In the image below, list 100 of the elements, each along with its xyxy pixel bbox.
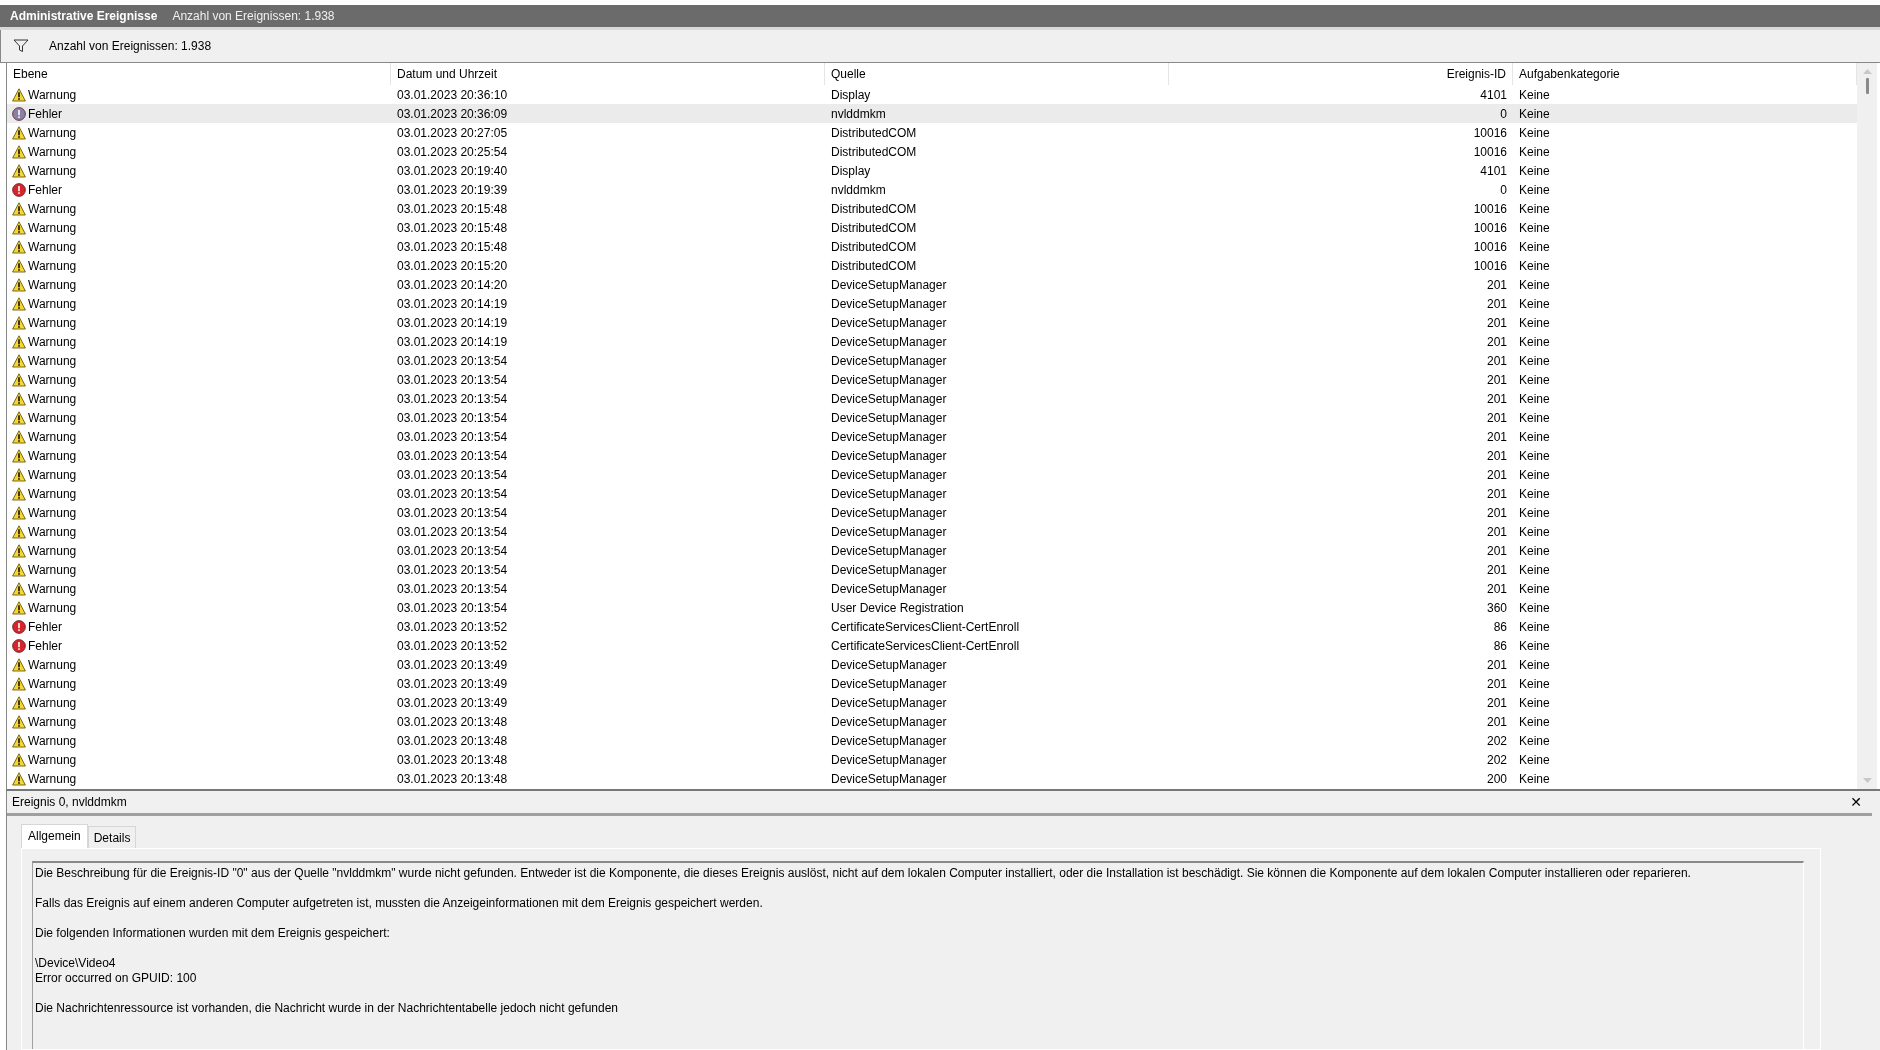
event-row[interactable]: Warnung 03.01.2023 20:13:54 DeviceSetupManager 201 Keine	[7, 389, 1857, 408]
level-text: Warnung	[28, 676, 77, 691]
event-row[interactable]: Warnung 03.01.2023 20:19:40 Display 4101 Keine	[7, 161, 1857, 180]
event-row[interactable]: Warnung 03.01.2023 20:13:54 DeviceSetupManager 201 Keine	[7, 503, 1857, 522]
warning-icon	[12, 163, 26, 178]
event-row[interactable]: Fehler 03.01.2023 20:36:09 nvlddmkm 0 Keine	[7, 104, 1857, 123]
event-row[interactable]: Warnung 03.01.2023 20:13:48 DeviceSetupManager 200 Keine	[7, 769, 1857, 788]
event-row[interactable]: Warnung 03.01.2023 20:13:48 DeviceSetupManager 202 Keine	[7, 750, 1857, 769]
event-row[interactable]: Warnung 03.01.2023 20:36:10 Display 4101 Keine	[7, 85, 1857, 104]
event-id-text: 201	[1486, 657, 1507, 672]
source-text: DeviceSetupManager	[831, 486, 947, 501]
column-header[interactable]: Datum und Uhrzeit	[391, 63, 825, 85]
level-text: Warnung	[28, 220, 77, 235]
warning-icon	[12, 676, 26, 691]
warning-icon	[12, 448, 26, 463]
column-header[interactable]: Ereignis-ID	[1169, 63, 1513, 85]
scrollbar[interactable]	[1857, 63, 1877, 789]
error-icon	[12, 106, 26, 121]
warning-icon	[12, 543, 26, 558]
event-row[interactable]: Warnung 03.01.2023 20:13:54 DeviceSetupManager 201 Keine	[7, 541, 1857, 560]
event-id-text: 360	[1486, 600, 1507, 615]
filter-icon[interactable]	[13, 39, 29, 53]
event-row[interactable]: Warnung 03.01.2023 20:15:20 DistributedCOM 10016 Keine	[7, 256, 1857, 275]
event-row[interactable]: Warnung 03.01.2023 20:13:54 DeviceSetupManager 201 Keine	[7, 370, 1857, 389]
event-row[interactable]: Warnung 03.01.2023 20:15:48 DistributedCOM 10016 Keine	[7, 218, 1857, 237]
event-row[interactable]: Warnung 03.01.2023 20:15:48 DistributedCOM 10016 Keine	[7, 237, 1857, 256]
event-row[interactable]: Warnung 03.01.2023 20:13:54 DeviceSetupManager 201 Keine	[7, 351, 1857, 370]
date-time-text: 03.01.2023 20:15:48	[397, 201, 508, 216]
source-text: Display	[831, 87, 871, 102]
event-id-text: 201	[1486, 296, 1507, 311]
column-header[interactable]: Quelle	[825, 63, 1169, 85]
event-id-text: 201	[1486, 543, 1507, 558]
source-text: Display	[831, 163, 871, 178]
event-row[interactable]: Warnung 03.01.2023 20:13:54 DeviceSetupManager 201 Keine	[7, 408, 1857, 427]
date-time-text: 03.01.2023 20:14:19	[397, 296, 508, 311]
event-row[interactable]: Warnung 03.01.2023 20:13:49 DeviceSetupManager 201 Keine	[7, 655, 1857, 674]
source-text: DistributedCOM	[831, 220, 917, 235]
event-id-text: 201	[1486, 524, 1507, 539]
date-time-text: 03.01.2023 20:13:54	[397, 391, 508, 406]
scroll-thumb[interactable]	[1865, 78, 1869, 94]
level-text: Warnung	[28, 410, 77, 425]
date-time-text: 03.01.2023 20:13:52	[397, 619, 508, 634]
date-time-text: 03.01.2023 20:15:48	[397, 220, 508, 235]
event-row[interactable]: Warnung 03.01.2023 20:13:54 DeviceSetupManager 201 Keine	[7, 560, 1857, 579]
event-row[interactable]: Warnung 03.01.2023 20:14:19 DeviceSetupManager 201 Keine	[7, 313, 1857, 332]
event-row[interactable]: Warnung 03.01.2023 20:13:48 DeviceSetupManager 201 Keine	[7, 712, 1857, 731]
close-button[interactable]: ✕	[1850, 794, 1862, 810]
level-text: Warnung	[28, 429, 77, 444]
description-text: Die folgenden Informationen wurden mit dem Ereignis gespeichert:	[35, 926, 391, 941]
scroll-down-icon[interactable]	[1862, 778, 1872, 783]
event-row[interactable]: Warnung 03.01.2023 20:13:54 DeviceSetupManager 201 Keine	[7, 465, 1857, 484]
level-text: Warnung	[28, 581, 77, 596]
event-row[interactable]: Warnung 03.01.2023 20:13:49 DeviceSetupManager 201 Keine	[7, 674, 1857, 693]
event-id-text: 10016	[1473, 220, 1507, 235]
event-id-text: 201	[1486, 372, 1507, 387]
date-time-text: 03.01.2023 20:13:54	[397, 543, 508, 558]
date-time-text: 03.01.2023 20:13:54	[397, 448, 508, 463]
warning-icon	[12, 391, 26, 406]
category-text: Keine	[1519, 467, 1550, 482]
event-row[interactable]: Warnung 03.01.2023 20:13:54 DeviceSetupManager 201 Keine	[7, 579, 1857, 598]
event-id-text: 86	[1493, 638, 1507, 653]
event-row[interactable]: Warnung 03.01.2023 20:15:48 DistributedCOM 10016 Keine	[7, 199, 1857, 218]
warning-icon	[12, 334, 26, 349]
event-id-text: 10016	[1473, 144, 1507, 159]
event-row[interactable]: Warnung 03.01.2023 20:13:54 DeviceSetupManager 201 Keine	[7, 427, 1857, 446]
date-time-text: 03.01.2023 20:27:05	[397, 125, 508, 140]
event-row[interactable]: Warnung 03.01.2023 20:27:05 DistributedCOM 10016 Keine	[7, 123, 1857, 142]
tab[interactable]: Details	[87, 826, 137, 848]
column-header[interactable]: Ebene	[7, 63, 391, 85]
event-row[interactable]: Warnung 03.01.2023 20:13:49 DeviceSetupManager 201 Keine	[7, 693, 1857, 712]
scroll-up-icon[interactable]	[1862, 69, 1872, 74]
source-text: DistributedCOM	[831, 144, 917, 159]
category-text: Keine	[1519, 315, 1550, 330]
event-row[interactable]: Warnung 03.01.2023 20:13:54 DeviceSetupManager 201 Keine	[7, 522, 1857, 541]
warning-icon	[12, 714, 26, 729]
level-text: Fehler	[28, 106, 62, 121]
level-text: Warnung	[28, 695, 77, 710]
event-row[interactable]: Fehler 03.01.2023 20:13:52 CertificateServicesClient-CertEnroll 86 Keine	[7, 636, 1857, 655]
category-text: Keine	[1519, 752, 1550, 767]
event-row[interactable]: Fehler 03.01.2023 20:19:39 nvlddmkm 0 Keine	[7, 180, 1857, 199]
tab[interactable]: Allgemein	[21, 824, 88, 848]
event-id-text: 202	[1486, 733, 1507, 748]
event-row[interactable]: Warnung 03.01.2023 20:13:54 DeviceSetupManager 201 Keine	[7, 446, 1857, 465]
event-row[interactable]: Warnung 03.01.2023 20:13:54 DeviceSetupManager 201 Keine	[7, 484, 1857, 503]
level-text: Warnung	[28, 372, 77, 387]
event-row[interactable]: Warnung 03.01.2023 20:13:48 DeviceSetupManager 202 Keine	[7, 731, 1857, 750]
category-text: Keine	[1519, 182, 1550, 197]
event-row[interactable]: Warnung 03.01.2023 20:25:54 DistributedCOM 10016 Keine	[7, 142, 1857, 161]
event-row[interactable]: Warnung 03.01.2023 20:13:54 User Device Registration 360 Keine	[7, 598, 1857, 617]
event-id-text: 201	[1486, 695, 1507, 710]
event-id-text: 0	[1500, 106, 1507, 121]
level-text: Warnung	[28, 201, 77, 216]
source-text: DeviceSetupManager	[831, 714, 947, 729]
event-row[interactable]: Fehler 03.01.2023 20:13:52 CertificateServicesClient-CertEnroll 86 Keine	[7, 617, 1857, 636]
category-text: Keine	[1519, 619, 1550, 634]
source-text: DeviceSetupManager	[831, 277, 947, 292]
event-row[interactable]: Warnung 03.01.2023 20:14:20 DeviceSetupManager 201 Keine	[7, 275, 1857, 294]
source-text: DeviceSetupManager	[831, 334, 947, 349]
event-row[interactable]: Warnung 03.01.2023 20:14:19 DeviceSetupManager 201 Keine	[7, 332, 1857, 351]
event-row[interactable]: Warnung 03.01.2023 20:14:19 DeviceSetupManager 201 Keine	[7, 294, 1857, 313]
